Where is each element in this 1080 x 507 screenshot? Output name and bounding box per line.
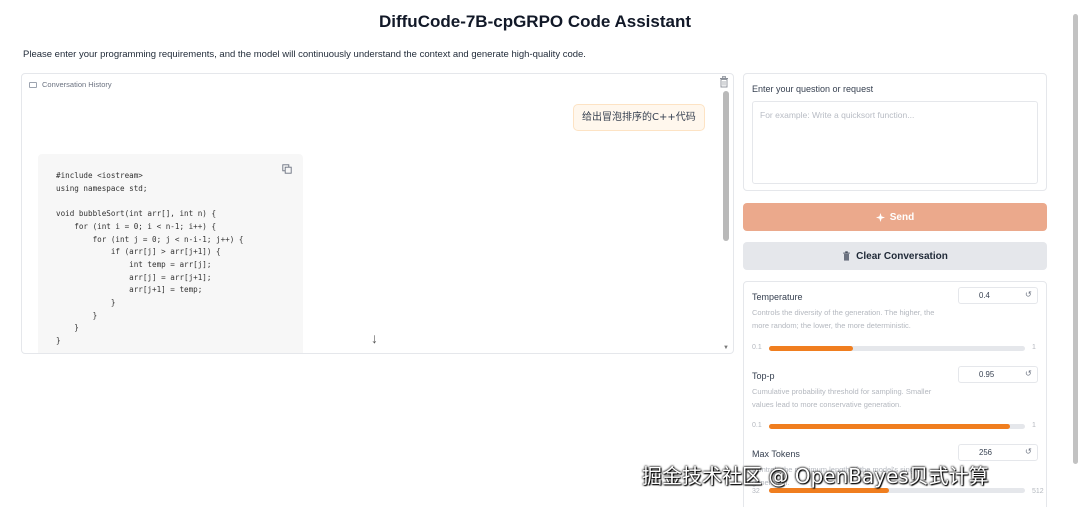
clear-conversation-button[interactable]: Clear Conversation [743,242,1047,270]
code-line: for (int i = 0; i < n-1; i++) { [56,221,217,231]
param-value: 0.95 [979,370,995,379]
max-tokens-number-input[interactable]: 256 ↺ [958,444,1038,461]
code-line: arr[j] = arr[j+1]; [56,272,212,282]
trash-icon[interactable] [719,76,729,88]
trash-icon [843,251,850,261]
reset-icon[interactable]: ↺ [1025,369,1032,378]
chat-bubble-icon [29,81,37,88]
reset-icon[interactable]: ↺ [1025,290,1032,299]
conversation-label: Conversation History [29,80,112,89]
scroll-down-arrow-icon[interactable]: ▼ [722,345,730,351]
param-title: Max Tokens [752,449,800,459]
question-card: Enter your question or request [743,73,1047,191]
sparkle-icon [875,212,885,222]
watermark: 掘金技术社区 @ OpenBayes贝式计算 [642,464,989,488]
slider-max-label: 1 [1032,344,1036,351]
code-line: if (arr[j] > arr[j+1]) { [56,247,221,257]
slider-min-label: 32 [752,488,760,495]
code-line: for (int j = 0; j < n-i-1; j++) { [56,234,244,244]
page-subtitle: Please enter your programming requiremen… [23,49,586,60]
top-p-slider-fill [769,424,1010,429]
code-line: } [56,323,79,333]
code-line: } [56,310,98,320]
code-line: #include <iostream> [56,171,143,180]
slider-min-label: 0.1 [752,344,762,351]
code-line: int temp = arr[j]; [56,259,212,269]
conversation-panel: Conversation History 给出冒泡排序的C++代码 #inclu… [21,73,734,354]
slider-max-label: 1 [1032,422,1036,429]
param-description: Controls the diversity of the generation… [752,308,935,330]
code-line: } [56,336,61,346]
param-value: 256 [979,448,993,457]
chat-scrollbar[interactable]: ▼ [722,90,730,352]
copy-icon[interactable] [282,164,292,174]
clear-button-label: Clear Conversation [856,250,948,262]
code-line: using namespace std; [56,183,148,193]
assistant-code-card: #include <iostream> using namespace std; … [38,154,303,353]
temperature-slider[interactable] [769,346,1025,351]
question-input[interactable] [752,101,1038,184]
user-message-bubble: 给出冒泡排序的C++代码 [573,104,705,131]
param-title: Temperature [752,292,803,302]
param-value: 0.4 [979,291,990,300]
page-scrollbar-thumb[interactable] [1073,14,1078,464]
code-block: #include <iostream> using namespace std; … [56,170,243,348]
slider-min-label: 0.1 [752,422,762,429]
reset-icon[interactable]: ↺ [1025,447,1032,456]
code-line: } [56,298,116,308]
question-label: Enter your question or request [752,84,874,94]
page-scrollbar[interactable] [1072,0,1080,507]
top-p-slider[interactable] [769,424,1025,429]
param-description: Cumulative probability threshold for sam… [752,387,932,409]
send-button-label: Send [889,211,915,223]
slider-max-label: 512 [1032,488,1044,495]
conversation-label-text: Conversation History [42,80,112,89]
param-title: Top-p [752,371,775,381]
send-button[interactable]: Send [743,203,1047,231]
chat-scrollbar-thumb[interactable] [723,91,729,241]
code-line: arr[j+1] = temp; [56,285,203,295]
temperature-number-input[interactable]: 0.4 ↺ [958,287,1038,304]
scroll-down-icon[interactable]: ↓ [371,331,378,345]
page-title: DiffuCode-7B-cpGRPO Code Assistant [378,12,691,31]
top-p-number-input[interactable]: 0.95 ↺ [958,366,1038,383]
temperature-slider-fill [769,346,854,351]
code-line: void bubbleSort(int arr[], int n) { [56,209,217,219]
